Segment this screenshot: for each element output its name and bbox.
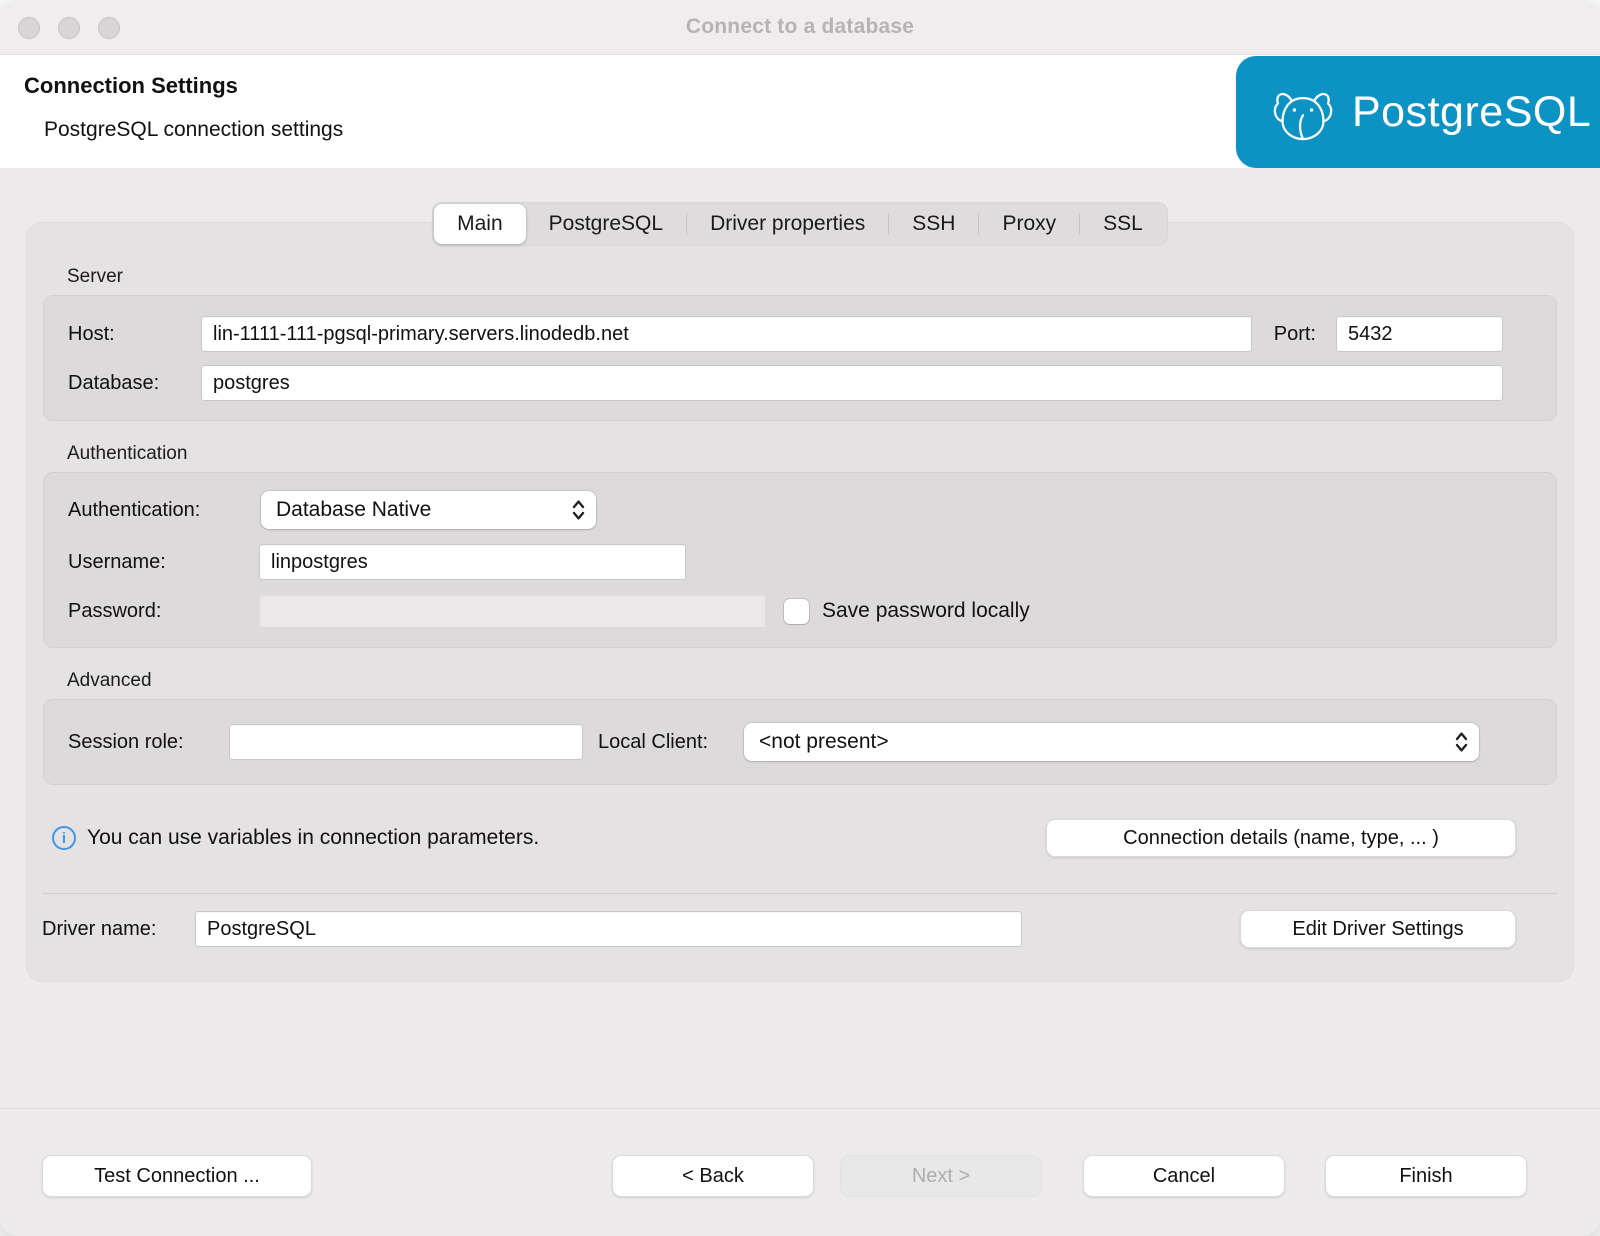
server-group: Host: Port: Database:: [43, 295, 1557, 421]
chevron-up-down-icon: [571, 498, 586, 522]
test-connection-button[interactable]: Test Connection ...: [42, 1155, 312, 1197]
window-title: Connect to a database: [686, 15, 914, 39]
session-role-input[interactable]: [229, 724, 583, 760]
main-tab-panel: Server Host: Port: Database: Authenticat…: [26, 222, 1574, 982]
next-button[interactable]: Next >: [840, 1155, 1042, 1197]
database-label: Database:: [68, 372, 201, 395]
dialog-footer: Test Connection ... < Back Next > Cancel…: [0, 1108, 1600, 1236]
chevron-up-down-icon: [1454, 730, 1469, 754]
tab-postgresql[interactable]: PostgreSQL: [526, 204, 686, 244]
page-title: Connection Settings: [24, 73, 238, 99]
info-icon: i: [52, 826, 76, 850]
tab-driver-properties[interactable]: Driver properties: [687, 204, 888, 244]
advanced-section-label: Advanced: [67, 670, 1557, 692]
save-password-label[interactable]: Save password locally: [822, 599, 1030, 623]
title-bar: Connect to a database: [0, 0, 1600, 55]
postgresql-elephant-icon: [1270, 79, 1336, 145]
authentication-section-label: Authentication: [67, 443, 1557, 465]
server-section-label: Server: [67, 266, 1557, 288]
username-label: Username:: [68, 551, 259, 574]
port-input[interactable]: [1336, 316, 1503, 352]
host-input[interactable]: [201, 316, 1252, 352]
session-role-label: Session role:: [68, 731, 229, 754]
dialog-content: Main PostgreSQL Driver properties SSH Pr…: [0, 168, 1600, 1108]
password-input[interactable]: [259, 594, 766, 628]
info-message: You can use variables in connection para…: [87, 826, 539, 850]
authentication-group: Authentication: Database Native Username…: [43, 472, 1557, 648]
port-label: Port:: [1274, 323, 1316, 346]
postgresql-logo-badge: PostgreSQL: [1236, 56, 1600, 168]
password-label: Password:: [68, 600, 259, 623]
tab-main[interactable]: Main: [434, 204, 526, 244]
dialog-header: Connection Settings PostgreSQL connectio…: [0, 55, 1600, 168]
cancel-button[interactable]: Cancel: [1083, 1155, 1285, 1197]
connection-details-button[interactable]: Connection details (name, type, ... ): [1046, 819, 1516, 857]
authentication-select[interactable]: Database Native: [261, 491, 596, 529]
host-label: Host:: [68, 323, 201, 346]
postgresql-logo-text: PostgreSQL: [1352, 88, 1591, 137]
local-client-label: Local Client:: [598, 731, 744, 754]
info-row: i You can use variables in connection pa…: [52, 819, 1516, 857]
edit-driver-settings-button[interactable]: Edit Driver Settings: [1240, 910, 1516, 948]
traffic-lights: [18, 17, 120, 39]
driver-row: Driver name: Edit Driver Settings: [42, 910, 1516, 948]
save-password-checkbox[interactable]: [784, 599, 809, 624]
tab-ssl[interactable]: SSL: [1080, 204, 1166, 244]
back-button[interactable]: < Back: [612, 1155, 814, 1197]
tab-ssh[interactable]: SSH: [889, 204, 978, 244]
zoom-window-button[interactable]: [98, 17, 120, 39]
advanced-group: Session role: Local Client: <not present…: [43, 699, 1557, 785]
driver-name-label: Driver name:: [42, 918, 195, 941]
panel-divider: [43, 893, 1557, 894]
minimize-window-button[interactable]: [58, 17, 80, 39]
tab-proxy[interactable]: Proxy: [979, 204, 1079, 244]
local-client-select[interactable]: <not present>: [744, 723, 1479, 761]
tab-bar: Main PostgreSQL Driver properties SSH Pr…: [0, 202, 1600, 246]
authentication-label: Authentication:: [68, 499, 261, 522]
finish-button[interactable]: Finish: [1325, 1155, 1527, 1197]
driver-name-input[interactable]: [195, 911, 1022, 947]
connect-database-dialog: Connect to a database Connection Setting…: [0, 0, 1600, 1236]
close-window-button[interactable]: [18, 17, 40, 39]
username-input[interactable]: [259, 544, 686, 580]
database-input[interactable]: [201, 365, 1503, 401]
page-subtitle: PostgreSQL connection settings: [44, 118, 343, 142]
